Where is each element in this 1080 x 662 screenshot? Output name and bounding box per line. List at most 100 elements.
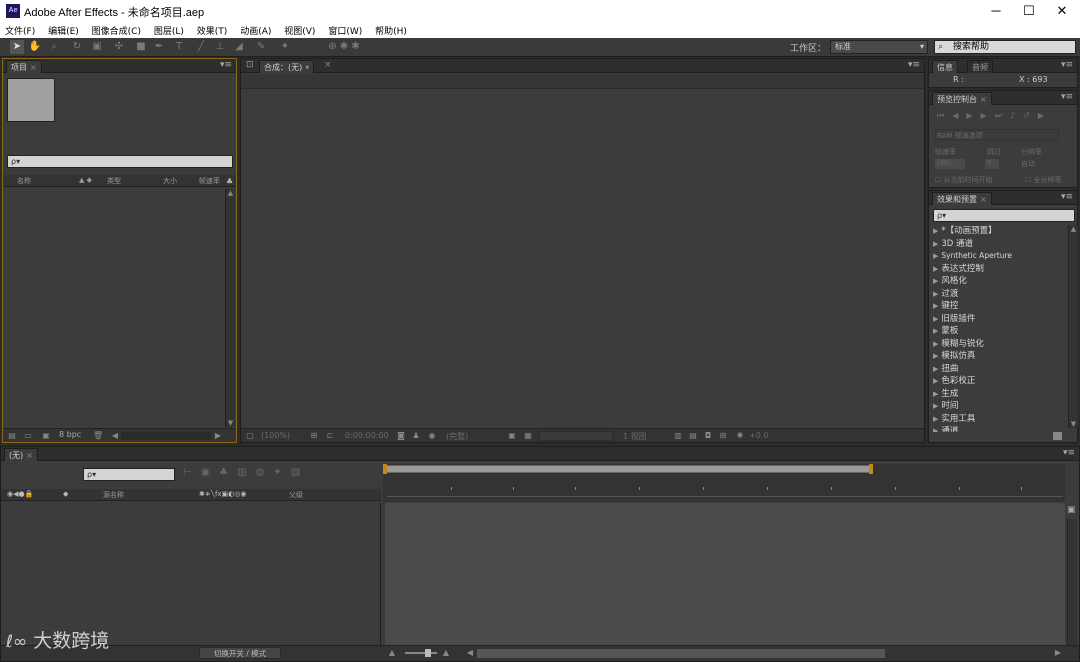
camera-select[interactable] bbox=[539, 431, 613, 441]
scroll-left-icon[interactable]: ◀ bbox=[465, 648, 475, 657]
menu-animation[interactable]: 动画(A) bbox=[235, 22, 276, 37]
ram-preview-icon[interactable]: ▶ bbox=[1038, 111, 1052, 120]
loop-icon[interactable]: ↺ bbox=[1023, 111, 1038, 120]
menu-view[interactable]: 视图(V) bbox=[279, 22, 320, 37]
last-frame-icon[interactable]: ⏭ bbox=[995, 111, 1010, 120]
bpc-label[interactable]: 8 bpc bbox=[59, 430, 81, 439]
eraser-tool-icon[interactable]: ◢ bbox=[232, 40, 246, 54]
effect-category[interactable]: ▶ *【动画预置】 bbox=[933, 225, 1063, 238]
tab-effects-presets[interactable]: 效果和预置 × bbox=[932, 192, 992, 205]
toggle-switches-modes-button[interactable]: 切换开关 / 模式 bbox=[199, 647, 281, 659]
toggle-pixel-aspect-icon[interactable]: ▥ bbox=[673, 431, 683, 440]
brush-tool-icon[interactable]: ╱ bbox=[194, 40, 208, 54]
roi-icon[interactable]: ▣ bbox=[507, 431, 517, 440]
tab-project[interactable]: 项目 × bbox=[6, 60, 42, 73]
project-search-input[interactable]: ρ▾ bbox=[7, 155, 233, 168]
roto-brush-tool-icon[interactable]: ✎ bbox=[254, 40, 268, 54]
scroll-right-icon[interactable]: ▶ bbox=[1053, 648, 1063, 657]
show-snapshot-icon[interactable]: ♟ bbox=[411, 431, 421, 440]
work-area-start-handle[interactable] bbox=[383, 464, 387, 474]
project-scrollbar[interactable]: ▲ ▼ bbox=[225, 189, 235, 427]
ram-select[interactable] bbox=[935, 129, 1059, 140]
frame-rate-select[interactable]: (30) bbox=[935, 159, 965, 169]
zoom-slider[interactable] bbox=[405, 652, 437, 654]
timeline-horizontal-scrollbar[interactable] bbox=[477, 649, 885, 658]
axis-mode-icons[interactable]: ⊕ ✱ ✱ bbox=[324, 40, 364, 54]
effect-category[interactable]: ▶ 通道 bbox=[933, 425, 1063, 432]
region-icon[interactable]: ⊏ bbox=[325, 431, 335, 440]
snapshot-icon[interactable]: ◙ bbox=[396, 431, 406, 440]
close-icon[interactable]: ✕ bbox=[1044, 2, 1080, 20]
clone-stamp-tool-icon[interactable]: ⊥ bbox=[213, 40, 227, 54]
previous-frame-icon[interactable]: ◀ bbox=[952, 111, 966, 120]
effect-category[interactable]: ▶ 时间 bbox=[933, 400, 1063, 413]
help-search-input[interactable]: ⌕ 搜索帮助 bbox=[934, 40, 1076, 54]
pen-tool-icon[interactable]: ✒ bbox=[152, 40, 166, 54]
column-size[interactable]: 大小 bbox=[163, 176, 177, 186]
scroll-up-icon[interactable]: ▲ bbox=[226, 189, 235, 197]
effect-category[interactable]: ▶ 扭曲 bbox=[933, 363, 1063, 376]
next-frame-icon[interactable]: ▶ bbox=[981, 111, 995, 120]
effect-category[interactable]: ▶ 蒙板 bbox=[933, 325, 1063, 338]
maximize-icon[interactable]: ☐ bbox=[1011, 2, 1047, 20]
zoom-tool-icon[interactable]: ⌕ bbox=[47, 40, 61, 54]
timeline-track-area[interactable] bbox=[385, 503, 1065, 647]
timeline-scrollbar[interactable] bbox=[1067, 519, 1077, 647]
workspace-select[interactable]: 标准 ▾ bbox=[830, 40, 928, 54]
mini-flowchart-icon[interactable]: ⊢ bbox=[183, 467, 201, 478]
type-tool-icon[interactable]: T bbox=[172, 40, 186, 54]
panel-menu-icon[interactable]: ▾≡ bbox=[1061, 92, 1073, 102]
rotate-tool-icon[interactable]: ↻ bbox=[70, 40, 84, 54]
effect-category[interactable]: ▶ 实用工具 bbox=[933, 413, 1063, 426]
tab-preview[interactable]: 预览控制台 × bbox=[932, 92, 992, 105]
resolution-select[interactable]: 自动 bbox=[1021, 159, 1035, 169]
layer-switches-icons[interactable]: ✱∗╲fx▣◐◎◉ bbox=[199, 490, 247, 498]
menu-file[interactable]: 文件(F) bbox=[0, 22, 40, 37]
zoom-in-icon[interactable]: ▲ bbox=[441, 648, 451, 657]
timecode-display[interactable]: 0:00:00:00 bbox=[345, 431, 389, 440]
skip-input[interactable]: 0 bbox=[985, 159, 999, 169]
hand-tool-icon[interactable]: ✋ bbox=[28, 40, 42, 54]
new-composition-icon[interactable]: ▣ bbox=[41, 431, 51, 440]
interpret-footage-icon[interactable]: ▤ bbox=[7, 431, 17, 440]
tab-info[interactable]: 信息 bbox=[932, 60, 958, 73]
effect-category[interactable]: ▶ 旧版插件 bbox=[933, 313, 1063, 326]
column-type[interactable]: 类型 bbox=[107, 176, 121, 186]
timeline-icon[interactable]: ◘ bbox=[703, 431, 713, 440]
flowchart-icon[interactable]: ♣ bbox=[226, 177, 233, 186]
effect-category[interactable]: ▶ 风格化 bbox=[933, 275, 1063, 288]
effect-category[interactable]: ▶ 3D 通道 bbox=[933, 238, 1063, 251]
audio-icon[interactable]: ♪ bbox=[1010, 111, 1023, 120]
column-fps[interactable]: 帧速率 bbox=[199, 176, 220, 186]
effect-category[interactable]: ▶ 模拟仿真 bbox=[933, 350, 1063, 363]
label-tag-icon[interactable]: ◆ bbox=[63, 490, 68, 498]
transparency-grid-icon[interactable]: ▦ bbox=[523, 431, 533, 440]
puppet-tool-icon[interactable]: ✦ bbox=[278, 40, 292, 54]
full-screen-checkbox[interactable]: ☐ 全分辨率 bbox=[1025, 175, 1062, 185]
effect-category[interactable]: ▶ 生成 bbox=[933, 388, 1063, 401]
selection-tool-icon[interactable]: ➤ bbox=[10, 40, 24, 54]
draft-3d-icon[interactable]: ▣ bbox=[201, 467, 219, 478]
timeline-search-input[interactable]: ρ▾ bbox=[83, 468, 175, 481]
effect-category[interactable]: ▶ 表达式控制 bbox=[933, 263, 1063, 276]
trash-icon[interactable]: 🗑 bbox=[93, 431, 103, 440]
time-ruler[interactable] bbox=[383, 464, 1065, 502]
play-icon[interactable]: ▶ bbox=[966, 111, 980, 120]
panel-menu-icon[interactable]: ▾≡ bbox=[1061, 60, 1073, 70]
lock-icon[interactable]: ⊡ bbox=[246, 60, 254, 70]
effect-category[interactable]: ▶ 过渡 bbox=[933, 288, 1063, 301]
minimize-icon[interactable]: ─ bbox=[978, 2, 1014, 20]
graph-editor-icon[interactable]: ▧ bbox=[291, 467, 309, 478]
new-preset-icon[interactable] bbox=[1053, 432, 1062, 440]
scroll-down-icon[interactable]: ▼ bbox=[226, 419, 235, 427]
camera-tool-icon[interactable]: ▣ bbox=[90, 40, 104, 54]
parent-label[interactable]: 父级 bbox=[289, 490, 303, 500]
sort-tag-icon[interactable]: ▲ ◆ bbox=[79, 176, 92, 184]
effect-category[interactable]: ▶ 模糊与锐化 bbox=[933, 338, 1063, 351]
effects-search-input[interactable]: ρ▾ bbox=[933, 209, 1075, 222]
frame-blending-icon[interactable]: ▥ bbox=[237, 467, 255, 478]
work-area-bar[interactable] bbox=[385, 465, 871, 473]
pan-behind-tool-icon[interactable]: ✣ bbox=[112, 40, 126, 54]
menu-edit[interactable]: 编辑(E) bbox=[43, 22, 84, 37]
panel-menu-icon[interactable]: ▾≡ bbox=[220, 60, 232, 70]
